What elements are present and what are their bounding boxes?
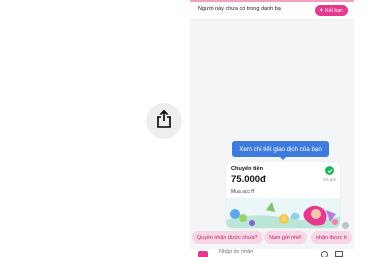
share-button[interactable] — [146, 103, 182, 139]
right-margin — [354, 0, 374, 257]
transfer-note: Mua acc ff — [231, 189, 254, 195]
message-composer — [190, 249, 354, 257]
transaction-tooltip[interactable]: Xem chi tiết giao dịch của bạn — [232, 141, 329, 157]
message-input[interactable] — [219, 249, 289, 255]
transfer-title: Chuyển tiền — [231, 166, 264, 172]
quick-replies: Quyền nhận được chưa? Nam gửi nhé! nhận … — [190, 231, 354, 246]
quick-reply-chip[interactable]: Quyền nhận được chưa? — [192, 231, 263, 244]
check-icon — [325, 166, 334, 175]
share-icon — [156, 109, 172, 133]
add-friend-button[interactable]: + Kết bạn — [314, 5, 348, 16]
image-icon[interactable] — [335, 251, 343, 257]
tooltip-text: Xem chi tiết giao dịch của bạn — [239, 145, 322, 153]
chat-pane: Người này chưa có trong danh bạ + Kết bạ… — [190, 0, 354, 257]
emoji-icon[interactable] — [321, 251, 328, 257]
stranger-banner: Người này chưa có trong danh bạ + Kết bạ… — [190, 2, 354, 20]
transfer-amount: 75.000đ — [231, 174, 266, 185]
left-pane — [0, 0, 190, 257]
sticker-icon[interactable] — [198, 251, 208, 257]
reaction-button[interactable] — [342, 222, 349, 229]
quick-reply-chip[interactable]: Nam gửi nhé! — [264, 231, 307, 244]
card-illustration — [226, 198, 340, 228]
transfer-card[interactable]: Chuyển tiền 75.000đ Mua acc ff Đã gửi — [226, 162, 340, 228]
tooltip-arrow — [279, 156, 287, 160]
plus-icon: + — [319, 7, 324, 14]
add-friend-label: Kết bạn — [325, 7, 343, 14]
transfer-status: Đã gửi — [323, 177, 336, 182]
quick-reply-chip[interactable]: nhận được tr — [311, 231, 353, 244]
banner-text: Người này chưa có trong danh bạ — [198, 6, 281, 12]
